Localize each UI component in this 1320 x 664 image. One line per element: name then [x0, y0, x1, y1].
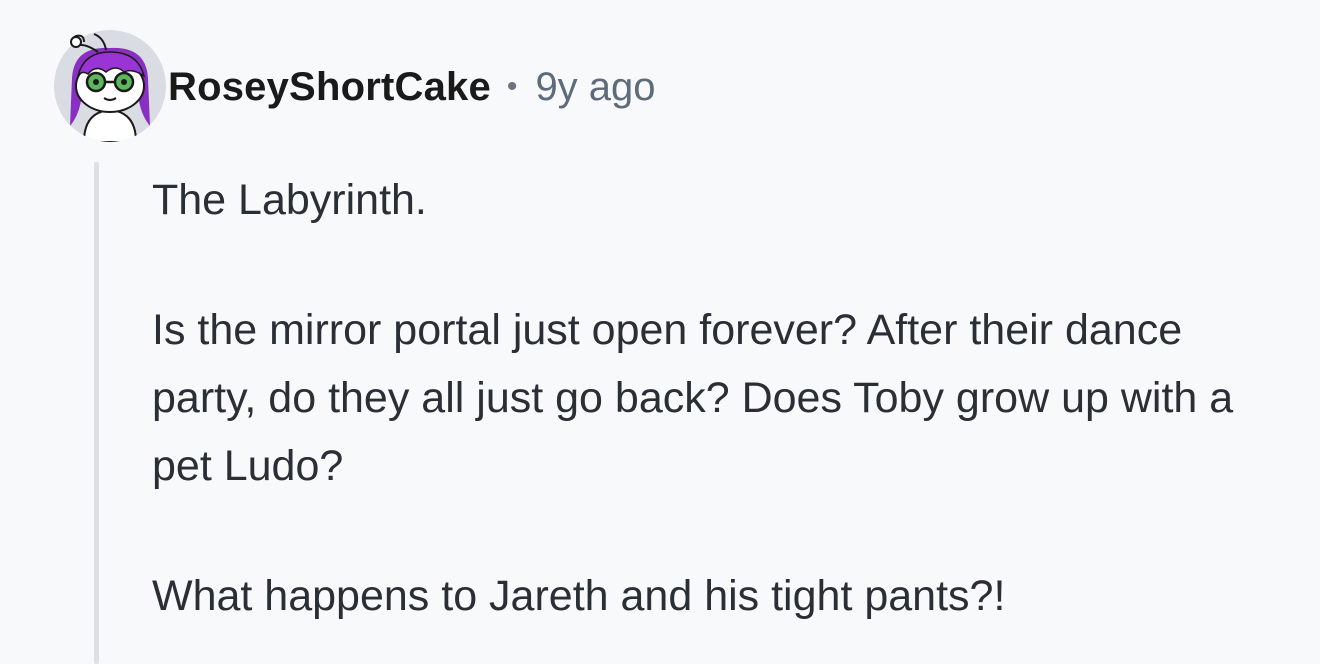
- comment-paragraph: What happens to Jareth and his tight pan…: [152, 572, 1006, 620]
- comment-paragraph: The Labyrinth.: [152, 176, 427, 224]
- comment-body: The Labyrinth. Is the mirror portal just…: [152, 166, 1292, 630]
- comment: RoseyShortCake • 9y ago The Labyrinth. I…: [0, 0, 1320, 664]
- comment-paragraph: Is the mirror portal just open forever? …: [152, 306, 1234, 490]
- separator-dot: •: [506, 70, 518, 103]
- comment-header: RoseyShortCake • 9y ago: [168, 62, 656, 112]
- thread-collapse-line[interactable]: [94, 162, 99, 664]
- user-avatar-icon[interactable]: [54, 30, 166, 142]
- comment-timestamp[interactable]: 9y ago: [535, 65, 655, 110]
- author-username-link[interactable]: RoseyShortCake: [168, 65, 491, 110]
